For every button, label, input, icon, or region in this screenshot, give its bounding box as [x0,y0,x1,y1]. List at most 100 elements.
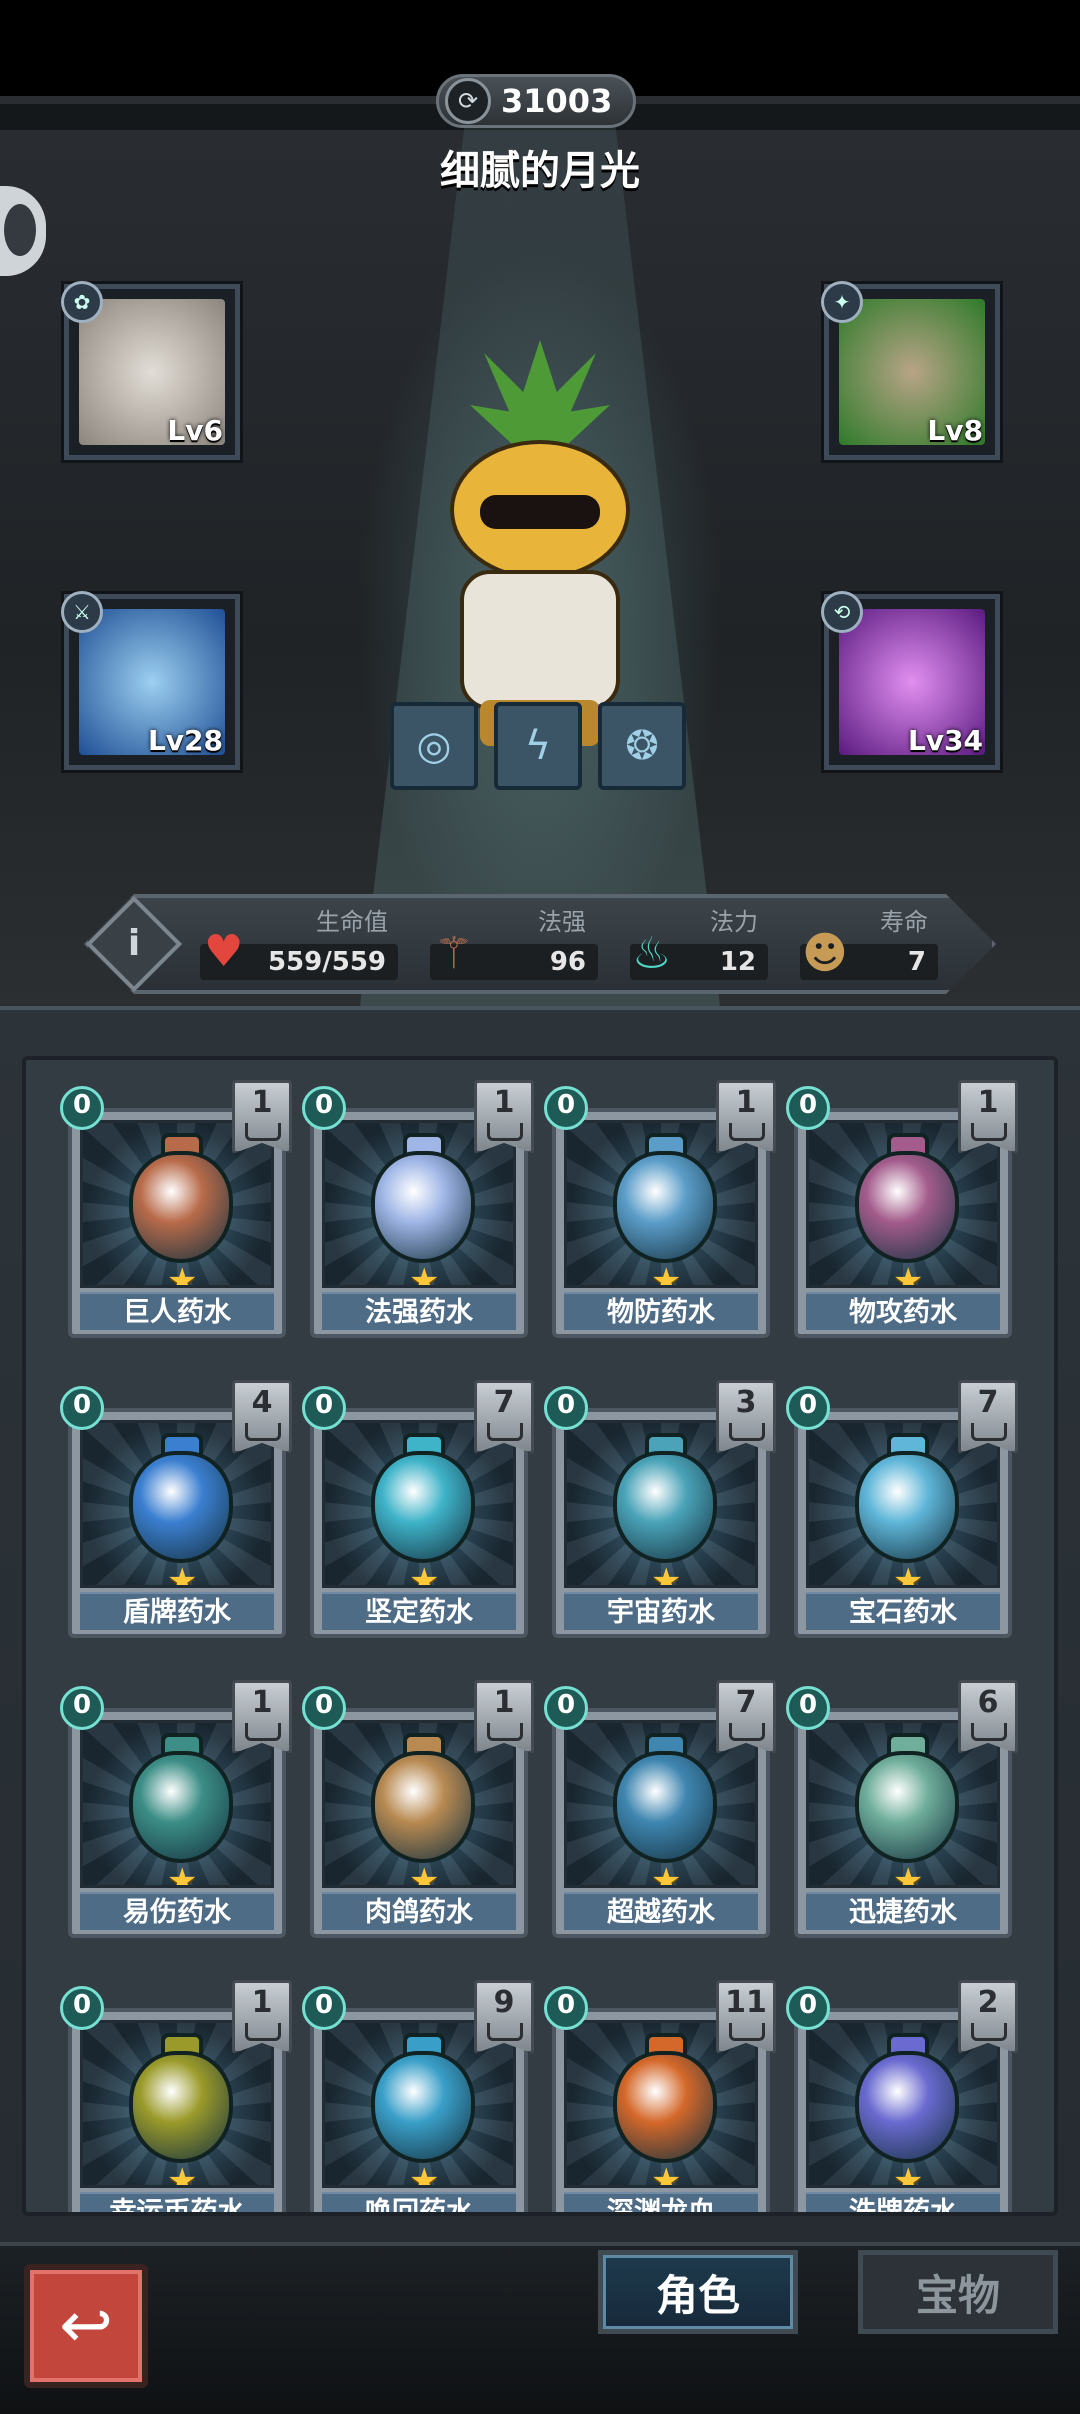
stack-icon [245,2023,281,2041]
mana-flame-icon: ♨ [632,928,672,979]
stack-count: 7 [735,1685,757,1720]
star-icon: ★ [893,2161,924,2188]
potion-bottle-icon [371,1451,475,1563]
potion-name: 幸运币药水 [80,2192,274,2212]
potion-bottle-icon [129,2051,233,2163]
stack-count: 1 [251,1985,273,2020]
potion-bottle-icon [129,1451,233,1563]
mana-cost-value: 0 [798,1990,818,2020]
potion-card[interactable]: ★ 唤回药水 0 9 [292,1976,534,2212]
stack-icon [487,1723,523,1741]
potion-name: 宇宙药水 [564,1592,758,1630]
paw-icon: ✿ [61,281,103,323]
stack-count: 9 [493,1985,515,2020]
stat-label: 生命值 [316,908,388,936]
mana-cost-value: 0 [72,1390,92,1420]
tab-label: 宝物 [915,2270,1000,2320]
mana-cost-value: 0 [798,1390,818,1420]
skill-slot-1[interactable]: ◎ [390,702,478,790]
potion-card[interactable]: ★ 幸运币药水 0 1 [50,1976,292,2212]
potion-card[interactable]: ★ 巨人药水 0 1 [50,1076,292,1340]
mana-cost-value: 0 [72,1990,92,2020]
star-icon: ★ [167,1261,198,1288]
potion-name: 法强药水 [322,1292,516,1330]
star-icon: ★ [651,1561,682,1588]
stack-icon [245,1123,281,1141]
potion-card[interactable]: ★ 坚定药水 0 7 [292,1376,534,1640]
heart-icon: ♥ [204,926,244,977]
potion-card[interactable]: ★ 深渊龙血 0 11 [534,1976,776,2212]
potion-card[interactable]: ★ 洗牌药水 0 2 [776,1976,1018,2212]
mana-cost-value: 0 [556,1990,576,2020]
potion-bottle-icon [613,2051,717,2163]
potion-bottle-icon [371,1751,475,1863]
mana-cost-value: 0 [556,1090,576,1120]
potion-card[interactable]: ★ 法强药水 0 1 [292,1076,534,1340]
potion-card[interactable]: ★ 盾牌药水 0 4 [50,1376,292,1640]
potion-bottle-icon [371,1151,475,1263]
stack-icon [245,1723,281,1741]
stat-label: 寿命 [880,908,928,936]
skill-slot-3[interactable]: ❂ [598,702,686,790]
stack-icon [971,1423,1007,1441]
mana-cost: 0 [292,1676,356,1740]
mana-cost-value: 0 [72,1690,92,1720]
beast-icon: ❂ [625,723,659,769]
stack-icon [729,2023,765,2041]
potion-bottle-icon [371,2051,475,2163]
mana-cost: 0 [50,1076,114,1140]
swap-icon: ⟲ [821,591,863,633]
potion-card[interactable]: ★ 迅捷药水 0 6 [776,1676,1018,1940]
hero-character[interactable] [400,330,680,750]
stack-icon [729,1423,765,1441]
stack-count: 11 [725,1985,767,2020]
star-icon: ★ [409,1261,440,1288]
stack-count: 7 [493,1385,515,1420]
star-icon: ★ [409,2161,440,2188]
potion-card[interactable]: ★ 宇宙药水 0 3 [534,1376,776,1640]
mana-cost-value: 0 [314,1390,334,1420]
potion-name: 超越药水 [564,1892,758,1930]
potion-bottle-icon [855,2051,959,2163]
equipment-slot-top-left[interactable]: ✿ Lv6 [61,281,240,460]
potion-bottle-icon [129,1751,233,1863]
potion-name: 洗牌药水 [806,2192,1000,2212]
potion-name: 唤回药水 [322,2192,516,2212]
tab-character[interactable]: 角色 [598,2250,798,2334]
stack-count: 4 [251,1385,273,1420]
mana-cost-value: 0 [314,1690,334,1720]
star-icon: ★ [651,1861,682,1888]
potion-card[interactable]: ★ 肉鸽药水 0 1 [292,1676,534,1940]
potion-card[interactable]: ★ 宝石药水 0 7 [776,1376,1018,1640]
potion-bottle-icon [613,1451,717,1563]
mana-cost: 0 [776,1976,840,2040]
mana-cost: 0 [776,1676,840,1740]
potion-card[interactable]: ★ 物防药水 0 1 [534,1076,776,1340]
power-score: ⟳ 31003 [436,74,636,128]
back-button[interactable]: ↩ [24,2264,148,2388]
stat-hp: 生命值 559/559 ♥ [200,898,400,990]
potion-card[interactable]: ★ 超越药水 0 7 [534,1676,776,1940]
star-icon: ★ [893,1561,924,1588]
star-icon: ★ [167,2161,198,2188]
equipment-slot-bottom-right[interactable]: ⟲ Lv34 [821,591,1000,770]
equipment-level: Lv28 [147,724,223,757]
mana-cost-value: 0 [798,1690,818,1720]
potion-card[interactable]: ★ 物攻药水 0 1 [776,1076,1018,1340]
skill-slot-2[interactable]: ϟ [494,702,582,790]
potion-card[interactable]: ★ 易伤药水 0 1 [50,1676,292,1940]
tab-treasure[interactable]: 宝物 [858,2250,1058,2334]
equipment-slot-top-right[interactable]: ✦ Lv8 [821,281,1000,460]
stack-count: 1 [493,1085,515,1120]
mana-cost: 0 [50,1976,114,2040]
equipment-slot-bottom-left[interactable]: ⚔ Lv28 [61,591,240,770]
stack-count: 6 [977,1685,999,1720]
back-arrow-icon: ↩ [59,2289,113,2363]
stack-icon [245,1423,281,1441]
stack-icon [487,2023,523,2041]
mana-cost: 0 [534,1976,598,2040]
star-icon: ★ [651,2161,682,2188]
mana-cost: 0 [50,1676,114,1740]
stack-count: 3 [735,1385,757,1420]
potion-grid[interactable]: ★ 巨人药水 0 1 ★ 法强药水 0 1 ★ 物防药水 0 1 ★ 物攻药水 0 1 ★ 盾牌药水 0 4 ★ 坚定药水… [22,1056,1058,2216]
